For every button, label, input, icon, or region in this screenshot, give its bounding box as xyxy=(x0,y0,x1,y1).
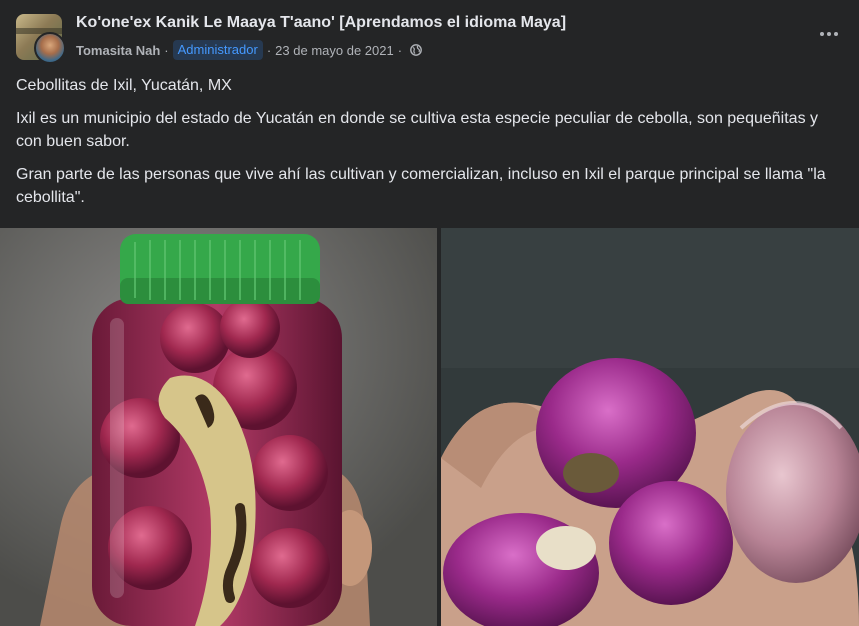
more-options-icon[interactable] xyxy=(815,20,843,48)
post-meta: Tomasita Nah · Administrador · 23 de may… xyxy=(76,40,422,60)
post-header: Ko'one'ex Kanik Le Maaya T'aano' [Aprend… xyxy=(16,12,843,64)
onions-illustration xyxy=(441,228,859,626)
globe-icon[interactable] xyxy=(410,44,422,56)
post-title-line: Cebollitas de Ixil, Yucatán, MX xyxy=(16,77,232,94)
photo-jar-of-pickled-onions[interactable] xyxy=(0,228,437,626)
dot xyxy=(834,32,838,36)
meta-separator: · xyxy=(164,42,169,58)
post-card: Ko'one'ex Kanik Le Maaya T'aano' [Aprend… xyxy=(0,0,859,626)
photo-grid xyxy=(0,228,859,626)
meta-separator: · xyxy=(397,42,403,58)
meta-separator: · xyxy=(266,42,272,58)
post-body: Cebollitas de Ixil, Yucatán, MX Ixil es … xyxy=(16,74,846,219)
post-date-link[interactable]: 23 de mayo de 2021 xyxy=(275,43,394,58)
jar-illustration xyxy=(0,228,437,626)
author-name-link[interactable]: Tomasita Nah xyxy=(76,43,160,58)
post-paragraph: Ixil es un municipio del estado de Yucat… xyxy=(16,110,819,150)
user-avatar[interactable] xyxy=(34,32,66,64)
dot xyxy=(827,32,831,36)
photo-hand-holding-purple-onions[interactable] xyxy=(441,228,859,626)
admin-badge[interactable]: Administrador xyxy=(172,40,263,60)
group-name-link[interactable]: Ko'one'ex Kanik Le Maaya T'aano' [Aprend… xyxy=(76,14,566,32)
dot xyxy=(820,32,824,36)
post-paragraph: Gran parte de las personas que vive ahí … xyxy=(16,166,826,206)
